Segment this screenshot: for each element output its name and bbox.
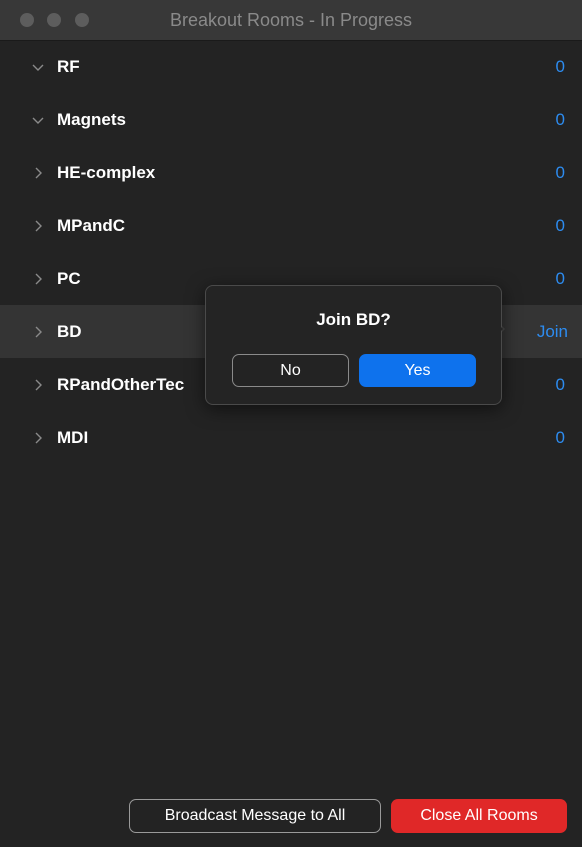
broadcast-message-button[interactable]: Broadcast Message to All — [129, 799, 381, 833]
participant-count: 0 — [555, 110, 565, 129]
yes-button[interactable]: Yes — [359, 354, 476, 387]
popover-arrow-fill — [493, 319, 503, 339]
room-row-mdi[interactable]: MDI 0 — [0, 411, 582, 464]
participant-count: 0 — [555, 428, 565, 447]
chevron-right-icon[interactable] — [30, 252, 46, 305]
participant-count: 0 — [555, 216, 565, 235]
no-button[interactable]: No — [232, 354, 349, 387]
join-room-link[interactable]: Join — [537, 305, 568, 358]
participant-count: 0 — [555, 57, 565, 76]
room-row-rf[interactable]: RF 0 — [0, 40, 582, 93]
join-room-popover: Join BD? No Yes — [205, 285, 502, 405]
close-all-rooms-button[interactable]: Close All Rooms — [391, 799, 567, 833]
participant-count: 0 — [555, 375, 565, 394]
participant-count: 0 — [555, 269, 565, 288]
room-name: Magnets — [57, 110, 126, 129]
breakout-rooms-window: Breakout Rooms - In Progress RF 0 Magnet… — [0, 0, 582, 847]
title-bar: Breakout Rooms - In Progress — [0, 0, 582, 41]
popover-title: Join BD? — [316, 310, 391, 329]
chevron-down-icon[interactable] — [30, 93, 46, 146]
room-row-mpandc[interactable]: MPandC 0 — [0, 199, 582, 252]
chevron-right-icon[interactable] — [30, 305, 46, 358]
participant-count: 0 — [555, 163, 565, 182]
chevron-right-icon[interactable] — [30, 146, 46, 199]
chevron-down-icon[interactable] — [30, 40, 46, 93]
room-name: PC — [57, 269, 81, 288]
room-row-magnets[interactable]: Magnets 0 — [0, 93, 582, 146]
room-name: HE-complex — [57, 163, 156, 182]
room-name: RPandOtherTec — [57, 375, 185, 394]
room-name: MPandC — [57, 216, 125, 235]
room-name: MDI — [57, 428, 89, 447]
window-title: Breakout Rooms - In Progress — [169, 10, 413, 30]
chevron-right-icon[interactable] — [30, 358, 46, 411]
room-name: BD — [57, 322, 82, 341]
room-row-he-complex[interactable]: HE-complex 0 — [0, 146, 582, 199]
room-name: RF — [57, 57, 80, 76]
chevron-right-icon[interactable] — [30, 199, 46, 252]
chevron-right-icon[interactable] — [30, 411, 46, 464]
